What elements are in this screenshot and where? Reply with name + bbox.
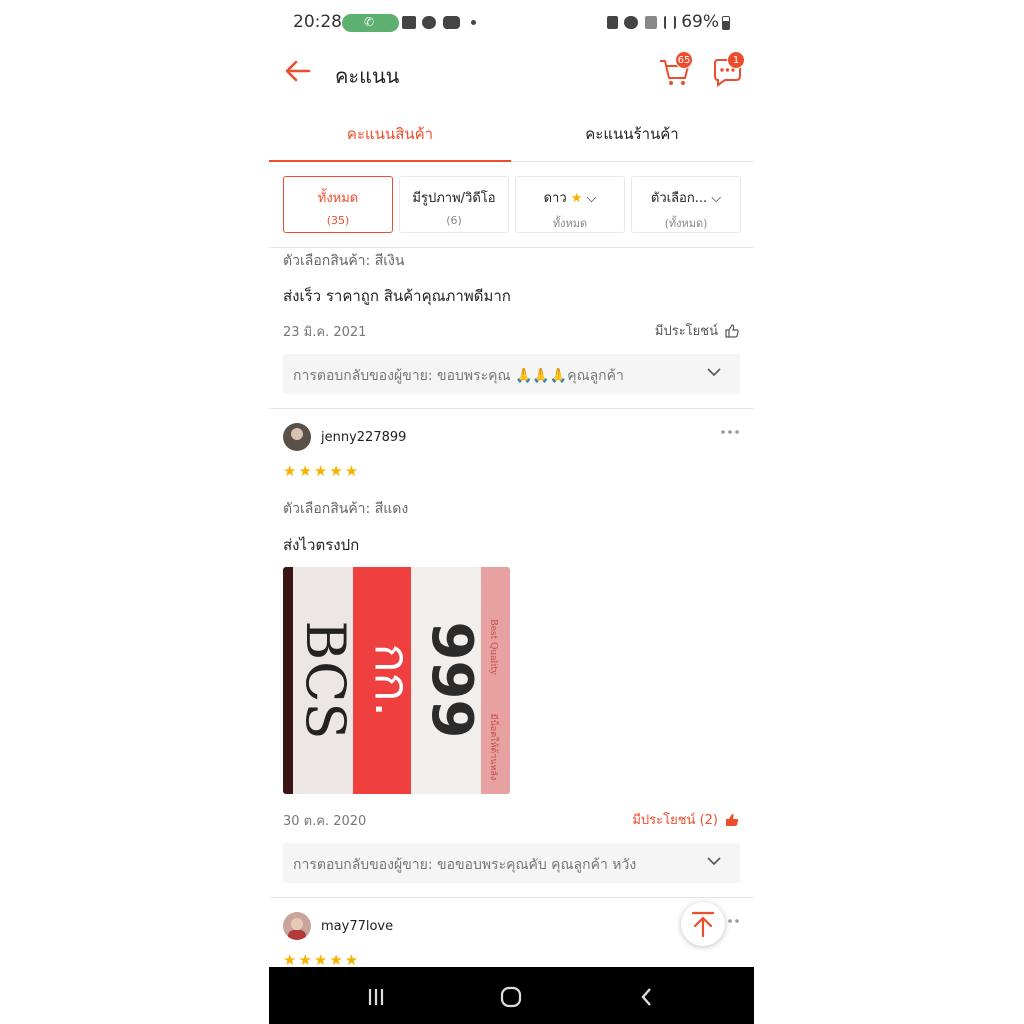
more-options-icon[interactable] bbox=[720, 428, 740, 436]
signal-icon bbox=[664, 16, 676, 29]
filter-label-row: ดาว ★ ⌵ bbox=[516, 187, 624, 208]
review-variant: ตัวเลือกสินค้า: สีเงิน bbox=[283, 253, 405, 269]
product-label-image: BCS กก. 999 Best Quality มีน็อตให้ด้านหล… bbox=[283, 567, 510, 794]
chevron-down-icon bbox=[707, 368, 721, 377]
cloud-icon bbox=[422, 16, 436, 29]
network-4g-icon bbox=[645, 16, 657, 29]
filter-variant[interactable]: ตัวเลือก... ⌵ (ทั้งหมด) bbox=[631, 176, 741, 233]
filter-stars[interactable]: ดาว ★ ⌵ ทั้งหมด bbox=[515, 176, 625, 233]
divider bbox=[269, 408, 754, 409]
divider bbox=[269, 897, 754, 898]
helpful-label: มีประโยชน์ bbox=[654, 324, 718, 339]
more-notifications-icon bbox=[471, 20, 476, 25]
rating-stars: ★★★★★ bbox=[283, 462, 361, 480]
chat-badge: 1 bbox=[727, 51, 745, 69]
filter-label-row: ตัวเลือก... ⌵ bbox=[632, 187, 740, 208]
avatar-face bbox=[291, 428, 303, 440]
photo-brand-text: BCS bbox=[294, 621, 357, 740]
review-date: 30 ต.ค. 2020 bbox=[283, 814, 367, 829]
chevron-down-icon: ⌵ bbox=[711, 191, 722, 206]
filter-count: (35) bbox=[326, 214, 350, 227]
seller-reply-text: การตอบกลับของผู้ขาย: ขอขอบพระคุณคับ คุณล… bbox=[293, 857, 637, 873]
tab-product-ratings[interactable]: คะแนนสินค้า bbox=[269, 110, 511, 162]
filter-count: ทั้งหมด bbox=[552, 217, 588, 230]
battery-percent: 69% bbox=[681, 12, 719, 32]
divider bbox=[269, 247, 754, 248]
app-header: คะแนน 65 1 bbox=[269, 40, 754, 106]
scroll-to-top-button[interactable] bbox=[681, 902, 725, 946]
review-text: ส่งไวตรงปก bbox=[283, 536, 360, 554]
photo-unit-text: กก. bbox=[364, 643, 420, 716]
review-photo[interactable]: BCS กก. 999 Best Quality มีน็อตให้ด้านหล… bbox=[283, 567, 510, 794]
gallery-icon bbox=[402, 16, 416, 29]
avatar[interactable] bbox=[283, 912, 311, 940]
lock-icon bbox=[607, 16, 618, 29]
filter-label: ดาว bbox=[543, 191, 567, 206]
photo-number-text: 999 bbox=[419, 622, 484, 739]
alarm-icon bbox=[624, 16, 638, 29]
phone-screen: 20:28 ✆ 69% คะแนน 65 1 คะแนนสินค้า คะแนน… bbox=[269, 0, 754, 1024]
seller-reply[interactable]: การตอบกลับของผู้ขาย: ขอบพระคุณ 🙏🙏🙏คุณลูก… bbox=[283, 354, 740, 394]
filter-with-media[interactable]: มีรูปภาพ/วิดีโอ (6) bbox=[399, 176, 509, 233]
filter-bar: ทั้งหมด (35) มีรูปภาพ/วิดีโอ (6) ดาว ★ ⌵… bbox=[283, 176, 743, 234]
helpful-button[interactable]: มีประโยชน์ (2) bbox=[632, 809, 740, 830]
page-title: คะแนน bbox=[335, 64, 400, 88]
filter-label: ตัวเลือก... bbox=[650, 191, 708, 206]
helpful-button[interactable]: มีประโยชน์ bbox=[655, 320, 740, 341]
back-arrow-icon[interactable] bbox=[283, 56, 313, 86]
filter-count: (6) bbox=[446, 214, 462, 227]
seller-reply-text: การตอบกลับของผู้ขาย: ขอบพระคุณ 🙏🙏🙏คุณลูก… bbox=[293, 368, 624, 384]
status-time: 20:28 bbox=[293, 12, 342, 32]
recent-apps-icon[interactable] bbox=[364, 985, 388, 1009]
review-text: ส่งเร็ว ราคาถูก สินค้าคุณภาพดีมาก bbox=[283, 287, 511, 305]
filter-count: (ทั้งหมด) bbox=[664, 217, 708, 230]
review-username: jenny227899 bbox=[321, 430, 407, 445]
back-icon[interactable] bbox=[635, 985, 659, 1009]
review-variant: ตัวเลือกสินค้า: สีแดง bbox=[283, 501, 409, 517]
thumbs-up-icon bbox=[726, 813, 739, 826]
seller-reply[interactable]: การตอบกลับของผู้ขาย: ขอขอบพระคุณคับ คุณล… bbox=[283, 843, 740, 883]
filter-all[interactable]: ทั้งหมด (35) bbox=[283, 176, 393, 233]
filter-label: ทั้งหมด bbox=[317, 191, 359, 206]
review-username: may77love bbox=[321, 919, 394, 934]
rating-tabs: คะแนนสินค้า คะแนนร้านค้า bbox=[269, 110, 754, 162]
thumbs-up-icon bbox=[725, 323, 739, 338]
arrow-up-icon bbox=[691, 911, 715, 938]
status-bar: 20:28 ✆ 69% bbox=[269, 8, 754, 38]
phone-icon: ✆ bbox=[364, 15, 375, 29]
battery-icon bbox=[722, 16, 730, 30]
home-icon[interactable] bbox=[499, 985, 523, 1009]
star-icon: ★ bbox=[570, 191, 583, 206]
review-date: 23 มิ.ค. 2021 bbox=[283, 325, 367, 340]
avatar[interactable] bbox=[283, 423, 311, 451]
filter-label: มีรูปภาพ/วิดีโอ bbox=[412, 191, 496, 206]
photo-tag-text: Best Quality bbox=[488, 619, 498, 676]
youtube-icon bbox=[443, 16, 460, 29]
call-indicator[interactable]: ✆ bbox=[342, 14, 399, 32]
chevron-down-icon: ⌵ bbox=[586, 191, 597, 206]
cart-badge: 65 bbox=[675, 51, 693, 69]
tab-shop-ratings[interactable]: คะแนนร้านค้า bbox=[511, 110, 753, 162]
avatar-face bbox=[291, 918, 303, 930]
avatar-body bbox=[288, 930, 306, 940]
chevron-down-icon bbox=[707, 857, 721, 866]
system-nav-bar bbox=[269, 967, 754, 1024]
helpful-label: มีประโยชน์ (2) bbox=[632, 813, 718, 828]
